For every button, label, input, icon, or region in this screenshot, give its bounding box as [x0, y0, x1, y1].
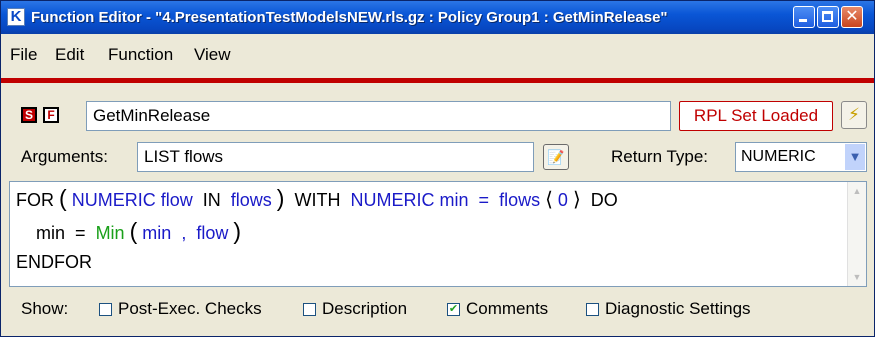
diagnostic-settings-label[interactable]: Diagnostic Settings: [605, 299, 751, 319]
function-name-input[interactable]: GetMinRelease: [86, 101, 671, 131]
scroll-up-icon[interactable]: ▲: [850, 184, 864, 198]
maximize-icon: [822, 11, 833, 22]
code-token: flows: [499, 190, 541, 210]
code-angle: ⟨: [545, 189, 553, 211]
maximize-button[interactable]: [817, 6, 839, 28]
code-paren: ): [233, 218, 242, 244]
code-token: flow: [196, 223, 229, 243]
menu-file[interactable]: File: [10, 45, 37, 65]
code-token: =: [70, 223, 91, 243]
close-icon: ✕: [845, 8, 859, 25]
lightning-icon: ⚡: [848, 105, 860, 124]
code-token: Min: [95, 223, 125, 243]
code-editor[interactable]: FOR ( NUMERIC flow IN flows ) WITH NUMER…: [9, 181, 867, 287]
return-type-label: Return Type:: [611, 147, 709, 166]
return-type-value: NUMERIC: [741, 148, 816, 165]
title-bar[interactable]: K Function Editor - "4.PresentationTestM…: [1, 1, 874, 34]
edit-icon: 📝: [547, 149, 565, 165]
code-paren: (: [59, 185, 67, 211]
rpl-set-loaded-button[interactable]: RPL Set Loaded: [679, 101, 833, 131]
code-token: min: [36, 223, 66, 243]
edit-arguments-button[interactable]: 📝: [543, 144, 569, 170]
return-type-select[interactable]: NUMERIC ▼: [735, 142, 867, 172]
menu-function[interactable]: Function: [108, 45, 173, 65]
code-token: ,: [176, 223, 192, 243]
code-line-1: FOR ( NUMERIC flow IN flows ) WITH NUMER…: [16, 185, 618, 212]
code-token: FOR: [16, 190, 54, 210]
function-editor-window: K Function Editor - "4.PresentationTestM…: [0, 0, 875, 337]
scroll-down-icon[interactable]: ▼: [850, 270, 864, 284]
comments-checkbox[interactable]: ✔: [447, 303, 460, 316]
menu-view[interactable]: View: [194, 45, 231, 65]
app-icon: K: [7, 8, 25, 26]
arguments-input[interactable]: LIST flows: [137, 142, 534, 172]
code-paren: ): [276, 185, 285, 211]
post-exec-checks-label[interactable]: Post-Exec. Checks: [118, 299, 262, 319]
window-title: Function Editor - "4.PresentationTestMod…: [31, 9, 668, 26]
description-checkbox[interactable]: [303, 303, 316, 316]
code-token: NUMERIC min: [350, 190, 469, 210]
diagnostic-settings-checkbox[interactable]: [586, 303, 599, 316]
lightning-button[interactable]: ⚡: [841, 101, 867, 129]
code-scrollbar[interactable]: ▲ ▼: [847, 182, 866, 286]
comments-label[interactable]: Comments: [466, 299, 548, 319]
menu-edit[interactable]: Edit: [55, 45, 84, 65]
code-paren: (: [129, 218, 138, 244]
s-icon[interactable]: S: [21, 107, 37, 123]
checkmark-icon: ✔: [448, 303, 459, 315]
minimize-button[interactable]: [793, 6, 815, 28]
chevron-down-icon[interactable]: ▼: [845, 144, 865, 170]
close-button[interactable]: ✕: [841, 6, 863, 28]
code-token: NUMERIC flow: [71, 190, 193, 210]
code-line-2: min = Min ( min , flow ): [36, 218, 241, 245]
code-token: min: [142, 223, 172, 243]
code-line-3: ENDFOR: [16, 252, 92, 272]
code-token: WITH: [289, 190, 346, 210]
code-token: IN: [197, 190, 226, 210]
menu-divider: [1, 78, 874, 83]
code-token: =: [473, 190, 495, 210]
code-token: flows: [230, 190, 272, 210]
show-label: Show:: [21, 299, 69, 318]
code-token: 0: [557, 190, 568, 210]
post-exec-checks-checkbox[interactable]: [99, 303, 112, 316]
f-icon[interactable]: F: [43, 107, 59, 123]
code-angle: ⟩: [572, 189, 581, 211]
description-label[interactable]: Description: [322, 299, 407, 319]
code-token: DO: [585, 190, 618, 210]
minimize-icon: [799, 19, 807, 22]
arguments-label: Arguments:: [21, 147, 108, 166]
